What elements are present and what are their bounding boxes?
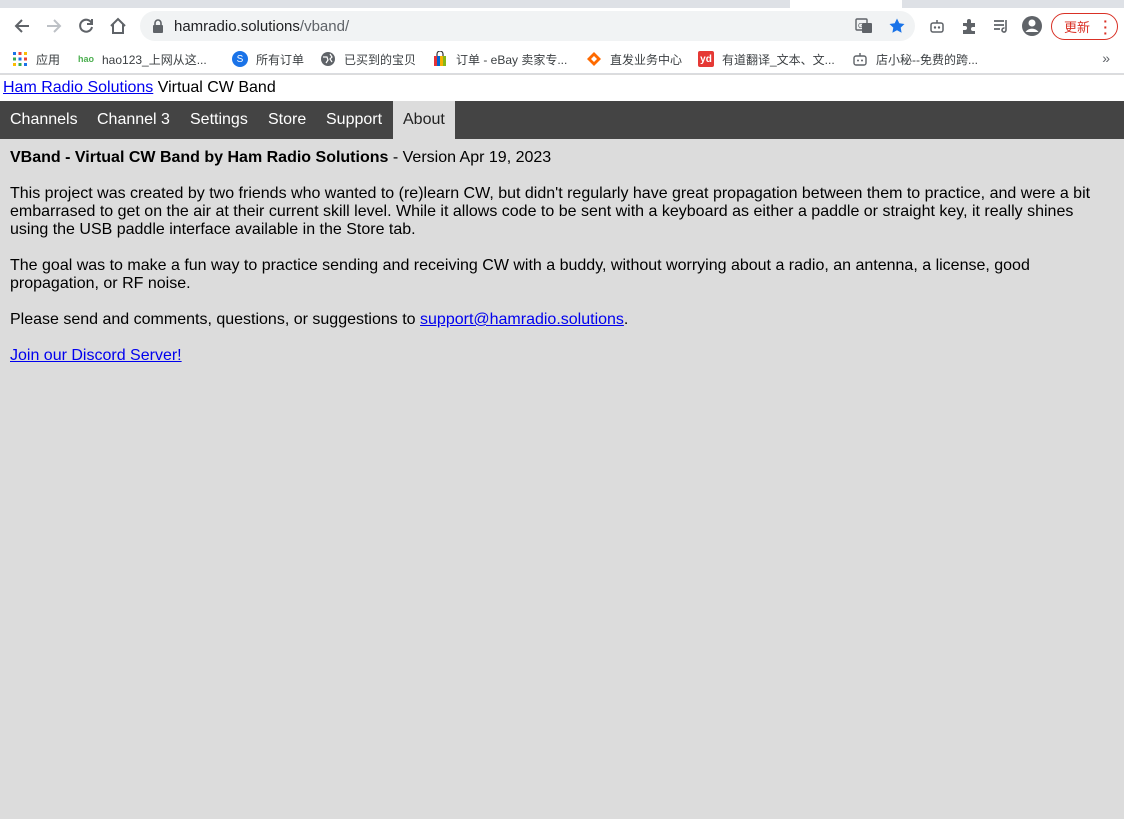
bookmark-orders[interactable]: S 所有订单 xyxy=(232,50,304,68)
bookmark-purchased[interactable]: 已买到的宝贝 xyxy=(320,50,416,68)
forward-icon[interactable] xyxy=(39,11,69,41)
direct-icon xyxy=(586,51,602,67)
url-host: hamradio.solutions xyxy=(174,18,300,35)
orders-icon: S xyxy=(232,51,248,67)
bookmark-hao123[interactable]: hao hao123_上网从这... xyxy=(78,50,207,68)
browser-toolbar: hamradio.solutions/vband/ G 更新 · · · xyxy=(0,8,1124,44)
chevron-right-icon[interactable]: » xyxy=(1102,50,1110,66)
tab-strip xyxy=(0,0,1124,8)
apps-icon xyxy=(12,51,28,67)
about-paragraph-2: The goal was to make a fun way to practi… xyxy=(10,257,1030,292)
version-text: - Version Apr 19, 2023 xyxy=(388,149,552,166)
about-paragraph-1: This project was created by two friends … xyxy=(10,185,1091,238)
ebay-icon xyxy=(432,51,448,67)
reload-icon[interactable] xyxy=(71,11,101,41)
bookmark-ebay[interactable]: 订单 - eBay 卖家专... xyxy=(432,50,567,68)
profile-icon[interactable] xyxy=(1021,15,1043,37)
youdao-icon: yd xyxy=(698,51,714,67)
back-icon[interactable] xyxy=(7,11,37,41)
page: Ham Radio Solutions Virtual CW Band Chan… xyxy=(0,75,1124,819)
contact-text: Please send and comments, questions, or … xyxy=(10,311,421,328)
menu-icon[interactable]: · · · xyxy=(1103,14,1108,40)
bookmark-label: 订单 - eBay 卖家专... xyxy=(456,52,568,67)
bot-icon[interactable] xyxy=(926,15,948,37)
bookmark-label: 所有订单 xyxy=(256,52,305,67)
star-icon[interactable] xyxy=(887,16,907,36)
nav-channel-3[interactable]: Channel 3 xyxy=(87,101,180,139)
bookmark-dianxiaomi[interactable]: 店小秘--免费的跨... xyxy=(852,50,978,68)
discord-paragraph: Join our Discord Server! xyxy=(10,347,1110,365)
about-title: VBand - Virtual CW Band by Ham Radio Sol… xyxy=(10,149,389,166)
lock-icon[interactable] xyxy=(152,19,164,33)
bookmark-youdao[interactable]: yd 有道翻译_文本、文... xyxy=(698,50,835,68)
about-content: VBand - Virtual CW Band by Ham Radio Sol… xyxy=(10,149,1110,383)
about-paragraph-3: Please send and comments, questions, or … xyxy=(10,311,1110,329)
url-text[interactable]: hamradio.solutions/vband/ xyxy=(174,18,349,35)
bookmark-label: 直发业务中心 xyxy=(610,52,683,67)
site-home-link[interactable]: Ham Radio Solutions xyxy=(3,79,153,96)
bookmark-label: 店小秘--免费的跨... xyxy=(876,52,978,67)
svg-text:G: G xyxy=(858,23,863,30)
site-header: Ham Radio Solutions Virtual CW Band xyxy=(0,75,1124,101)
bookmark-apps[interactable]: 应用 xyxy=(12,50,60,68)
main-nav: Channels Channel 3 Settings Store Suppor… xyxy=(0,101,1124,139)
site-title: Virtual CW Band xyxy=(153,79,276,96)
bookmark-label: 有道翻译_文本、文... xyxy=(722,52,835,67)
nav-settings[interactable]: Settings xyxy=(180,101,258,139)
contact-suffix: . xyxy=(623,311,629,328)
bookmark-label: 已买到的宝贝 xyxy=(344,52,417,67)
nav-channels[interactable]: Channels xyxy=(0,101,88,139)
about-heading: VBand - Virtual CW Band by Ham Radio Sol… xyxy=(10,149,1110,167)
globe-icon xyxy=(320,51,336,67)
reading-list-icon[interactable] xyxy=(990,15,1012,37)
address-bar[interactable]: hamradio.solutions/vband/ G xyxy=(140,11,915,41)
active-tab[interactable] xyxy=(790,0,902,8)
bot-icon xyxy=(852,51,868,67)
nav-store[interactable]: Store xyxy=(258,101,316,139)
translate-icon[interactable]: G xyxy=(854,16,874,36)
url-path: /vband/ xyxy=(299,18,350,35)
bookmark-label: hao123_上网从这... xyxy=(102,52,207,67)
nav-about[interactable]: About xyxy=(393,101,455,139)
extensions-icon[interactable] xyxy=(958,15,980,37)
bookmark-direct[interactable]: 直发业务中心 xyxy=(586,50,682,68)
hao123-icon: hao xyxy=(78,54,95,64)
bookmarks-bar: 应用 hao hao123_上网从这... S 所有订单 已买到的宝贝 订单 -… xyxy=(0,44,1124,74)
update-label: 更新 xyxy=(1064,20,1091,35)
home-icon[interactable] xyxy=(103,11,133,41)
support-email-link[interactable]: support@hamradio.solutions xyxy=(420,311,624,328)
discord-link[interactable]: Join our Discord Server! xyxy=(10,347,182,364)
nav-support[interactable]: Support xyxy=(316,101,392,139)
bookmark-label: 应用 xyxy=(36,52,61,67)
update-button[interactable]: 更新 · · · xyxy=(1051,13,1118,40)
